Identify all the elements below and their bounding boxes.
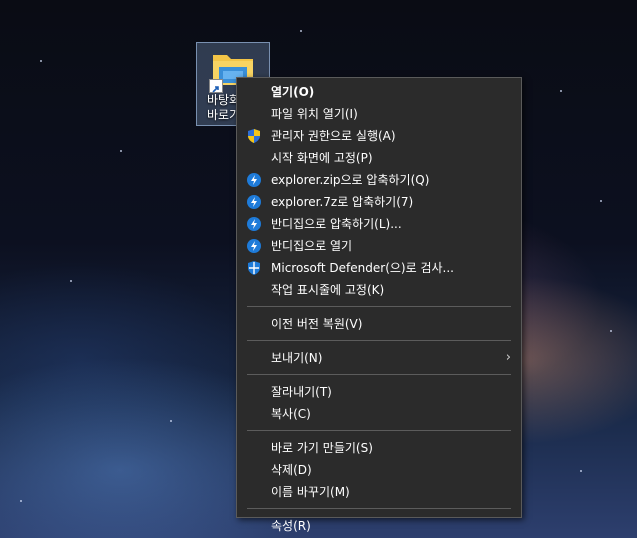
menu-item-label: 바로 가기 만들기(S) xyxy=(271,441,373,455)
menu-item-0-2[interactable]: 관리자 권한으로 실행(A) xyxy=(237,125,521,147)
uac-shield-icon xyxy=(248,129,260,143)
menu-item-label: 반디집으로 열기 xyxy=(271,239,353,253)
menu-item-label: 작업 표시줄에 고정(K) xyxy=(271,283,385,297)
menu-separator xyxy=(247,306,511,307)
menu-item-0-5[interactable]: explorer.7z로 압축하기(7) xyxy=(237,191,521,213)
menu-separator xyxy=(247,430,511,431)
menu-item-label: 파일 위치 열기(I) xyxy=(271,107,358,121)
menu-item-label: 속성(R) xyxy=(271,519,311,533)
menu-item-0-4[interactable]: explorer.zip으로 압축하기(Q) xyxy=(237,169,521,191)
bandizip-icon xyxy=(247,195,261,209)
menu-item-0-8[interactable]: Microsoft Defender(으)로 검사... xyxy=(237,257,521,279)
menu-item-label: explorer.zip으로 압축하기(Q) xyxy=(271,173,430,187)
menu-item-1-0[interactable]: 이전 버전 복원(V) xyxy=(237,313,521,335)
menu-item-2-0[interactable]: 보내기(N) › xyxy=(237,347,521,369)
menu-item-3-1[interactable]: 복사(C) xyxy=(237,403,521,425)
bandizip-icon xyxy=(247,239,261,253)
menu-item-label: 시작 화면에 고정(P) xyxy=(271,151,373,165)
menu-item-3-0[interactable]: 잘라내기(T) xyxy=(237,381,521,403)
bandizip-icon xyxy=(247,173,261,187)
menu-item-4-0[interactable]: 바로 가기 만들기(S) xyxy=(237,437,521,459)
shortcut-arrow-icon xyxy=(209,79,223,93)
defender-shield-icon xyxy=(248,261,260,275)
menu-item-0-9[interactable]: 작업 표시줄에 고정(K) xyxy=(237,279,521,301)
context-menu: 열기(O) 파일 위치 열기(I) 관리자 권한으로 실행(A) 시작 화면에 고정(… xyxy=(236,77,522,533)
menu-item-label: 열기(O) xyxy=(271,85,315,99)
menu-item-label: 잘라내기(T) xyxy=(271,385,332,399)
menu-item-4-1[interactable]: 삭제(D) xyxy=(237,459,521,481)
menu-item-0-3[interactable]: 시작 화면에 고정(P) xyxy=(237,147,521,169)
menu-item-label: 관리자 권한으로 실행(A) xyxy=(271,129,396,143)
menu-separator xyxy=(247,340,511,341)
menu-item-0-0[interactable]: 열기(O) xyxy=(237,81,521,103)
menu-item-label: Microsoft Defender(으)로 검사... xyxy=(271,261,454,275)
bandizip-icon xyxy=(247,217,261,231)
menu-item-4-2[interactable]: 이름 바꾸기(M) xyxy=(237,481,521,503)
menu-item-label: 보내기(N) xyxy=(271,351,323,365)
menu-item-0-1[interactable]: 파일 위치 열기(I) xyxy=(237,103,521,125)
menu-item-label: 이름 바꾸기(M) xyxy=(271,485,350,499)
menu-item-label: 이전 버전 복원(V) xyxy=(271,317,363,331)
menu-separator xyxy=(247,508,511,509)
menu-separator xyxy=(247,374,511,375)
menu-item-0-7[interactable]: 반디집으로 열기 xyxy=(237,235,521,257)
menu-item-label: explorer.7z로 압축하기(7) xyxy=(271,195,414,209)
chevron-right-icon: › xyxy=(505,350,511,365)
menu-item-label: 복사(C) xyxy=(271,407,311,421)
menu-item-label: 삭제(D) xyxy=(271,463,312,477)
menu-item-5-0[interactable]: 속성(R) xyxy=(237,515,521,537)
menu-item-label: 반디집으로 압축하기(L)... xyxy=(271,217,402,231)
menu-item-0-6[interactable]: 반디집으로 압축하기(L)... xyxy=(237,213,521,235)
